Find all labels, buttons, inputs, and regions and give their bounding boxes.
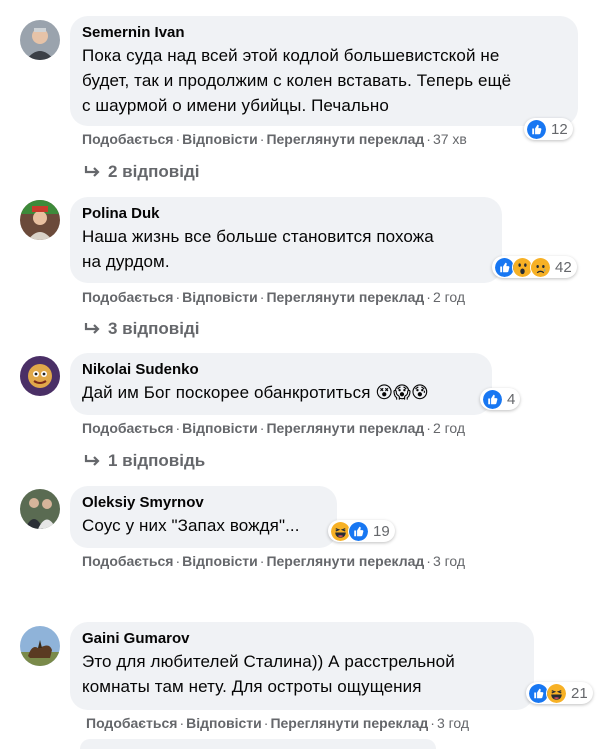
reaction-summary[interactable]: 21 xyxy=(526,682,593,704)
comment-actions: Подобається · Відповісти · Переглянути перек… xyxy=(86,715,470,731)
haha-icon xyxy=(546,682,567,704)
reply-link[interactable]: Відповісти xyxy=(182,289,258,305)
view-replies-link[interactable]: 3 відповіді xyxy=(84,319,199,339)
comment-author[interactable]: Polina Duk xyxy=(82,204,490,224)
comment-text-line: комнаты там нету. Для остроты ощущения xyxy=(82,677,422,696)
avatar[interactable] xyxy=(20,626,60,666)
reaction-count: 42 xyxy=(555,258,572,276)
translate-link[interactable]: Переглянути переклад xyxy=(266,553,424,569)
reply-arrow-icon xyxy=(84,166,100,177)
comment-actions: Подобається · Відповісти · Переглянути перек… xyxy=(82,553,466,569)
comment-author[interactable]: Semernin Ivan xyxy=(82,23,566,43)
view-replies-link[interactable]: 2 відповіді xyxy=(84,162,199,182)
next-comment-bubble xyxy=(80,739,436,749)
comment-actions: Подобається · Відповісти · Переглянути перек… xyxy=(82,289,466,305)
view-replies-link[interactable]: 1 відповідь xyxy=(84,451,205,471)
comment-text-line: будет, так и продолжим с колен вставать.… xyxy=(82,71,512,90)
reply-link[interactable]: Відповісти xyxy=(182,553,258,569)
like-link[interactable]: Подобається xyxy=(82,420,173,436)
comment-text-line: с шаурмой о имени убийцы. Печально xyxy=(82,96,389,115)
like-link[interactable]: Подобається xyxy=(82,131,173,147)
reply-arrow-icon xyxy=(84,323,100,334)
like-icon xyxy=(482,388,503,410)
reply-arrow-icon xyxy=(84,455,100,466)
translate-link[interactable]: Переглянути переклад xyxy=(266,420,424,436)
comment-bubble: Gaini Gumarov Это для любителей Сталина)… xyxy=(70,622,534,710)
like-link[interactable]: Подобається xyxy=(86,715,177,731)
replies-count: 2 відповіді xyxy=(108,162,200,181)
replies-count: 3 відповіді xyxy=(108,319,200,338)
reaction-count: 21 xyxy=(571,684,588,702)
reaction-count: 12 xyxy=(551,120,568,138)
replies-count: 1 відповідь xyxy=(108,451,206,470)
comment-actions: Подобається · Відповісти · Переглянути перек… xyxy=(82,131,467,147)
avatar[interactable] xyxy=(20,200,60,240)
comment-text-line: Наша жизнь все больше становится похожа xyxy=(82,227,434,246)
reaction-summary[interactable]: 19 xyxy=(328,520,395,542)
comment-text-line: Это для любителей Сталина)) А расстрельн… xyxy=(82,652,455,671)
comment-text-line: Пока суда над всей этой кодлой большевис… xyxy=(82,46,500,65)
comment-bubble: Semernin Ivan Пока суда над всей этой ко… xyxy=(70,16,578,126)
reply-link[interactable]: Відповісти xyxy=(186,715,262,731)
avatar[interactable] xyxy=(20,356,60,396)
comment-text-line: Дай им Бог поскорее обанкротиться 😵😱😰 xyxy=(82,383,429,402)
comment-text-line: Соус у них "Запах вождя"... xyxy=(82,516,300,535)
comment-bubble: Nikolai Sudenko Дай им Бог поскорее обан… xyxy=(70,353,492,415)
timestamp[interactable]: 2 год xyxy=(433,420,465,436)
translate-link[interactable]: Переглянути переклад xyxy=(270,715,428,731)
comment-text-line: на дурдом. xyxy=(82,252,170,271)
timestamp[interactable]: 3 год xyxy=(433,553,465,569)
comment-bubble: Polina Duk Наша жизнь все больше станови… xyxy=(70,197,502,283)
translate-link[interactable]: Переглянути переклад xyxy=(266,289,424,305)
comment-author[interactable]: Oleksiy Smyrnov xyxy=(82,493,325,513)
timestamp[interactable]: 2 год xyxy=(433,289,465,305)
like-link[interactable]: Подобається xyxy=(82,289,173,305)
reaction-summary[interactable]: 12 xyxy=(524,118,573,140)
timestamp[interactable]: 3 год xyxy=(437,715,469,731)
reply-link[interactable]: Відповісти xyxy=(182,131,258,147)
like-icon xyxy=(348,520,369,542)
avatar[interactable] xyxy=(20,489,60,529)
reaction-count: 19 xyxy=(373,522,390,540)
avatar[interactable] xyxy=(20,20,60,60)
translate-link[interactable]: Переглянути переклад xyxy=(266,131,424,147)
comment-author[interactable]: Gaini Gumarov xyxy=(82,629,522,649)
comment-actions: Подобається · Відповісти · Переглянути перек… xyxy=(82,420,466,436)
reaction-summary[interactable]: 4 xyxy=(480,388,521,410)
comment-author[interactable]: Nikolai Sudenko xyxy=(82,360,480,380)
reply-link[interactable]: Відповісти xyxy=(182,420,258,436)
timestamp[interactable]: 37 хв xyxy=(433,131,467,147)
sad-icon xyxy=(530,256,551,278)
reaction-summary[interactable]: 42 xyxy=(492,256,577,278)
comment-bubble: Oleksiy Smyrnov Соус у них "Запах вождя"… xyxy=(70,486,337,548)
like-link[interactable]: Подобається xyxy=(82,553,173,569)
like-icon xyxy=(526,118,547,140)
reaction-count: 4 xyxy=(507,390,516,408)
